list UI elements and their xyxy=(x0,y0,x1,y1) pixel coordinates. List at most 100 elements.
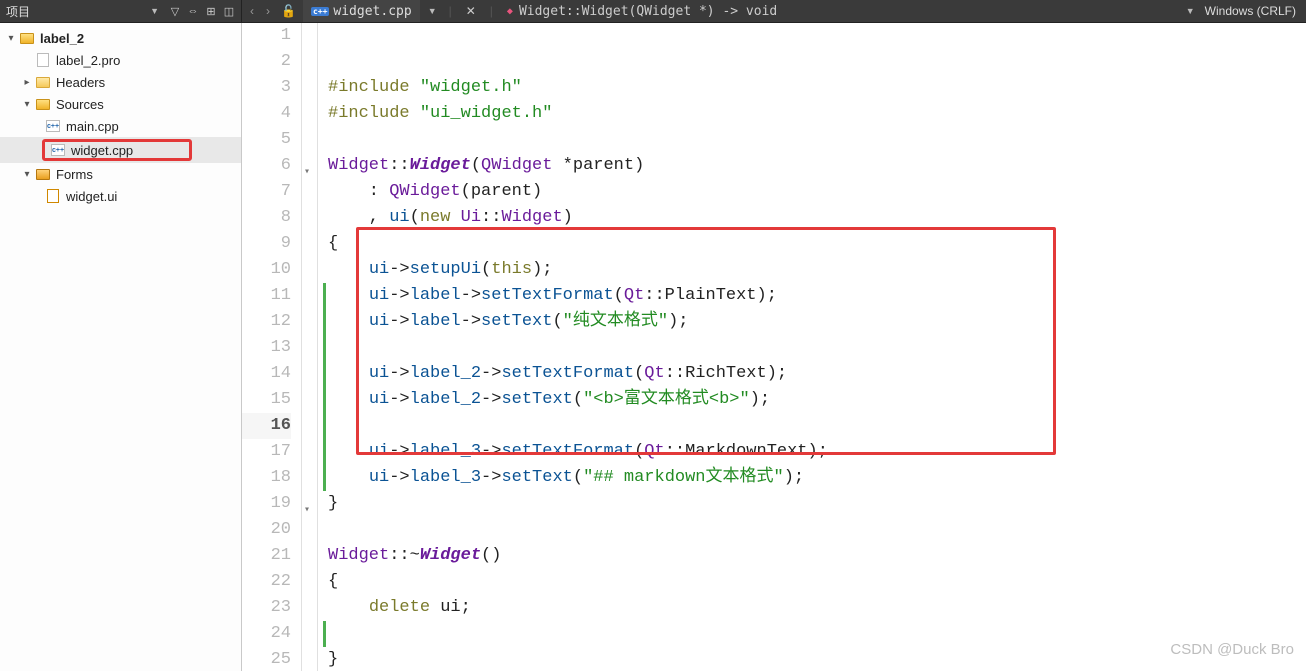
line-number: 5 xyxy=(242,127,291,153)
editor-tab-bar: ‹ › 🔓 c++ widget.cpp ▼ | ✕ | ◆ Widget::W… xyxy=(242,0,1182,22)
project-label: 项目 xyxy=(6,3,142,20)
code-line[interactable]: , ui(new Ui::Widget) xyxy=(328,205,1306,231)
line-number: 23 xyxy=(242,595,291,621)
line-number: 10 xyxy=(242,257,291,283)
close-file-icon[interactable]: ✕ xyxy=(460,4,482,18)
symbol-dropdown-icon[interactable]: ▼ xyxy=(1182,6,1199,16)
code-area[interactable]: #include "widget.h"#include "ui_widget.h… xyxy=(318,23,1306,671)
line-ending-label[interactable]: Windows (CRLF) xyxy=(1205,4,1296,18)
cpp-file-icon: c++ xyxy=(49,142,67,158)
code-line[interactable]: ui->label_3->setTextFormat(Qt::MarkdownT… xyxy=(328,439,1306,465)
code-line[interactable] xyxy=(328,517,1306,543)
line-number: 3 xyxy=(242,75,291,101)
code-line[interactable] xyxy=(328,335,1306,361)
folder-icon xyxy=(34,74,52,90)
code-line[interactable]: ui->label->setText("纯文本格式"); xyxy=(328,309,1306,335)
pro-file-icon xyxy=(34,52,52,68)
line-number: 14 xyxy=(242,361,291,387)
add-icon[interactable]: ⊞ xyxy=(203,3,219,19)
code-line[interactable] xyxy=(328,413,1306,439)
watermark-text: CSDN @Duck Bro xyxy=(1170,637,1294,663)
line-number: 18 xyxy=(242,465,291,491)
code-line[interactable]: ui->label_3->setText("## markdown文本格式"); xyxy=(328,465,1306,491)
code-line[interactable]: { xyxy=(328,231,1306,257)
tree-main-label: main.cpp xyxy=(64,119,119,134)
tree-widget-ui[interactable]: widget.ui xyxy=(0,185,241,207)
line-number: 13 xyxy=(242,335,291,361)
code-line[interactable]: Widget::~Widget() xyxy=(328,543,1306,569)
folder-icon xyxy=(34,96,52,112)
top-toolbar: 项目 ▼ ▽ ⇔ ⊞ ◫ ‹ › 🔓 c++ widget.cpp ▼ | ✕ … xyxy=(0,0,1306,23)
modification-marker xyxy=(323,439,326,465)
filter-icon[interactable]: ▽ xyxy=(167,3,183,19)
line-number: 20 xyxy=(242,517,291,543)
cpp-badge-icon: c++ xyxy=(311,7,329,16)
chevron-down-icon[interactable]: ▾ xyxy=(20,169,34,180)
tree-headers[interactable]: ▸ Headers xyxy=(0,71,241,93)
link-icon[interactable]: ⇔ xyxy=(185,3,201,19)
tree-headers-label: Headers xyxy=(54,75,105,90)
symbol-breadcrumb[interactable]: ◆ Widget::Widget(QWidget *) -> void xyxy=(501,4,777,19)
code-line[interactable]: #include "ui_widget.h" xyxy=(328,101,1306,127)
tree-widget-cpp-label: widget.cpp xyxy=(69,143,133,158)
code-line[interactable]: ui->label->setTextFormat(Qt::PlainText); xyxy=(328,283,1306,309)
modification-marker xyxy=(323,387,326,413)
line-number: 22 xyxy=(242,569,291,595)
modification-marker xyxy=(323,283,326,309)
code-line[interactable]: ui->setupUi(this); xyxy=(328,257,1306,283)
line-number: 19 xyxy=(242,491,291,517)
line-number: 24 xyxy=(242,621,291,647)
file-tab[interactable]: c++ widget.cpp xyxy=(303,0,420,22)
file-dropdown-icon[interactable]: ▼ xyxy=(424,6,441,16)
code-line[interactable]: { xyxy=(328,569,1306,595)
project-dropdown-icon[interactable]: ▼ xyxy=(146,6,163,16)
diamond-icon: ◆ xyxy=(507,6,513,17)
tree-widget-ui-label: widget.ui xyxy=(64,189,117,204)
code-line[interactable]: : QWidget(parent) xyxy=(328,179,1306,205)
line-number: 21 xyxy=(242,543,291,569)
folder-icon xyxy=(34,166,52,182)
line-number: 25 xyxy=(242,647,291,671)
tree-sources[interactable]: ▾ Sources xyxy=(0,93,241,115)
code-line[interactable]: delete ui; xyxy=(328,595,1306,621)
code-line[interactable]: } xyxy=(328,647,1306,671)
tree-forms[interactable]: ▾ Forms xyxy=(0,163,241,185)
project-tree[interactable]: ▾ label_2 label_2.pro ▸ Headers ▾ Source… xyxy=(0,23,242,671)
tree-main-cpp[interactable]: c++ main.cpp xyxy=(0,115,241,137)
lock-icon[interactable]: 🔓 xyxy=(278,4,299,18)
line-number: 2 xyxy=(242,49,291,75)
tree-root[interactable]: ▾ label_2 xyxy=(0,27,241,49)
ui-file-icon xyxy=(44,188,62,204)
code-line[interactable]: ui->label_2->setTextFormat(Qt::RichText)… xyxy=(328,361,1306,387)
chevron-down-icon[interactable]: ▾ xyxy=(20,99,34,110)
nav-forward-icon[interactable]: › xyxy=(262,4,274,18)
code-line[interactable] xyxy=(328,127,1306,153)
tree-pro-file[interactable]: label_2.pro xyxy=(0,49,241,71)
modification-marker xyxy=(323,413,326,439)
line-number: 12 xyxy=(242,309,291,335)
code-line[interactable] xyxy=(328,621,1306,647)
line-number: 11 xyxy=(242,283,291,309)
line-number: 16 xyxy=(242,413,291,439)
nav-back-icon[interactable]: ‹ xyxy=(246,4,258,18)
annotation-box: c++ widget.cpp xyxy=(42,139,192,161)
fold-icon[interactable]: ▾ xyxy=(304,160,310,186)
file-tab-label: widget.cpp xyxy=(333,4,411,19)
code-line[interactable]: } xyxy=(328,491,1306,517)
line-number-gutter: 1234567891011121314151617181920212223242… xyxy=(242,23,302,671)
tree-widget-cpp[interactable]: c++ widget.cpp xyxy=(0,137,241,163)
modification-marker xyxy=(323,361,326,387)
fold-column: ▾▾ xyxy=(302,23,318,671)
project-pane-header: 项目 ▼ ▽ ⇔ ⊞ ◫ xyxy=(0,0,242,22)
chevron-down-icon[interactable]: ▾ xyxy=(4,33,18,44)
code-editor[interactable]: 1234567891011121314151617181920212223242… xyxy=(242,23,1306,671)
chevron-right-icon[interactable]: ▸ xyxy=(20,77,34,88)
modification-marker xyxy=(323,621,326,647)
code-line[interactable]: Widget::Widget(QWidget *parent) xyxy=(328,153,1306,179)
code-line[interactable]: #include "widget.h" xyxy=(328,75,1306,101)
fold-icon[interactable]: ▾ xyxy=(304,498,310,524)
project-icon xyxy=(18,30,36,46)
code-line[interactable]: ui->label_2->setText("<b>富文本格式<b>"); xyxy=(328,387,1306,413)
split-icon[interactable]: ◫ xyxy=(221,3,237,19)
line-number: 17 xyxy=(242,439,291,465)
